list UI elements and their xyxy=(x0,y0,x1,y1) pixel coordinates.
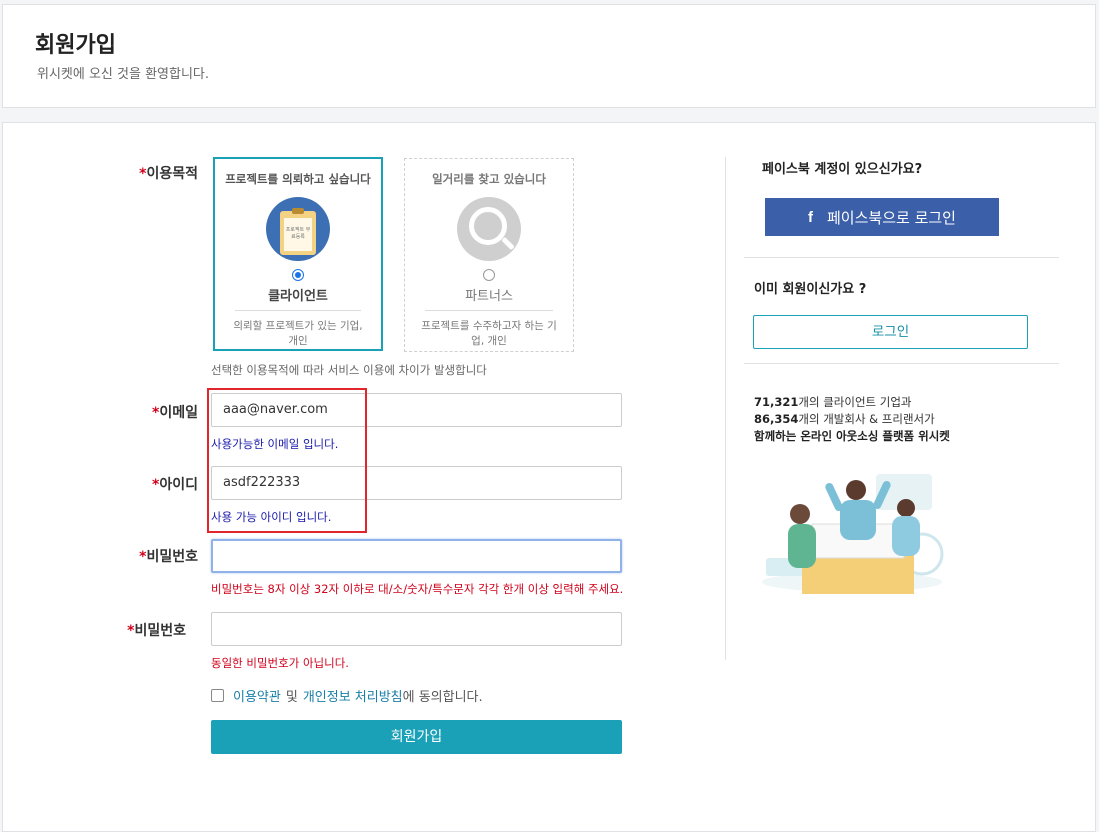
userid-label: *아이디 xyxy=(152,477,198,493)
agree-checkbox[interactable] xyxy=(211,689,224,702)
privacy-link[interactable]: 개인정보 처리방침 xyxy=(303,686,403,705)
magnifier-icon xyxy=(457,197,521,261)
agree-suffix: 에 동의합니다. xyxy=(402,690,483,705)
email-label: *이메일 xyxy=(152,405,198,421)
agree-and: 및 xyxy=(285,690,298,705)
password-message: 비밀번호는 8자 이상 32자 이하로 대/소/숫자/특수문자 각각 한개 이상… xyxy=(211,582,624,596)
purpose-note: 선택한 이용목적에 따라 서비스 이용에 차이가 발생합니다 xyxy=(211,363,487,377)
client-count-text: 개의 클라이언트 기업과 xyxy=(798,395,912,409)
clipboard-icon: 프로젝트 무료등록 xyxy=(266,197,330,261)
signup-submit-button[interactable]: 회원가입 xyxy=(211,720,622,754)
facebook-login-button[interactable]: f 페이스북으로 로그인 xyxy=(765,198,999,236)
dev-count-text: 개의 개발회사 & 프리랜서가 xyxy=(798,412,935,426)
facebook-icon: f xyxy=(808,208,813,226)
client-card-title: 프로젝트를 의뢰하고 싶습니다 xyxy=(225,172,371,186)
dev-count: 86,354 xyxy=(754,412,799,426)
client-count: 71,321 xyxy=(754,395,799,409)
page-title: 회원가입 xyxy=(35,33,116,58)
client-radio[interactable] xyxy=(292,269,304,281)
purpose-card-client[interactable]: 프로젝트를 의뢰하고 싶습니다 프로젝트 무료등록 클라이언트 의뢰할 프로젝트… xyxy=(213,157,383,351)
partner-radio[interactable] xyxy=(483,269,495,281)
team-illustration xyxy=(762,474,944,594)
partner-role: 파트너스 xyxy=(425,285,553,311)
password-confirm-field[interactable] xyxy=(211,612,622,646)
purpose-card-partner[interactable]: 일거리를 찾고 있습니다 파트너스 프로젝트를 수주하고자 하는 기업, 개인 xyxy=(404,158,574,352)
clipboard-text: 프로젝트 무료등록 xyxy=(284,218,312,251)
agree-row: 이용약관 및 개인정보 처리방침 에 동의합니다. xyxy=(211,686,483,705)
purpose-label: *이용목적 xyxy=(139,166,198,182)
stats-text: 71,321개의 클라이언트 기업과 86,354개의 개발회사 & 프리랜서가… xyxy=(754,394,950,445)
password-confirm-label: *비밀번호 xyxy=(127,623,186,639)
password-field[interactable] xyxy=(211,539,622,573)
partner-card-title: 일거리를 찾고 있습니다 xyxy=(432,172,546,186)
side-divider xyxy=(744,363,1059,364)
highlight-box xyxy=(207,388,367,533)
login-button[interactable]: 로그인 xyxy=(753,315,1028,349)
column-divider xyxy=(725,157,726,660)
client-desc: 의뢰할 프로젝트가 있는 기업, 개인 xyxy=(233,320,363,347)
password-label: *비밀번호 xyxy=(139,549,198,565)
client-role: 클라이언트 xyxy=(235,285,361,311)
password-confirm-message: 동일한 비밀번호가 아닙니다. xyxy=(211,656,349,670)
page-header: 회원가입 위시켓에 오신 것을 환영합니다. xyxy=(2,4,1096,108)
page-subtitle: 위시켓에 오신 것을 환영합니다. xyxy=(37,67,210,82)
member-question: 이미 회원이신가요 ? xyxy=(754,282,867,297)
side-divider xyxy=(744,257,1059,258)
facebook-login-label: 페이스북으로 로그인 xyxy=(827,208,956,227)
terms-link[interactable]: 이용약관 xyxy=(233,686,281,705)
tagline: 함께하는 온라인 아웃소싱 플랫폼 위시켓 xyxy=(754,429,950,443)
facebook-question: 페이스북 계정이 있으신가요? xyxy=(762,162,923,177)
partner-desc: 프로젝트를 수주하고자 하는 기업, 개인 xyxy=(421,320,557,347)
